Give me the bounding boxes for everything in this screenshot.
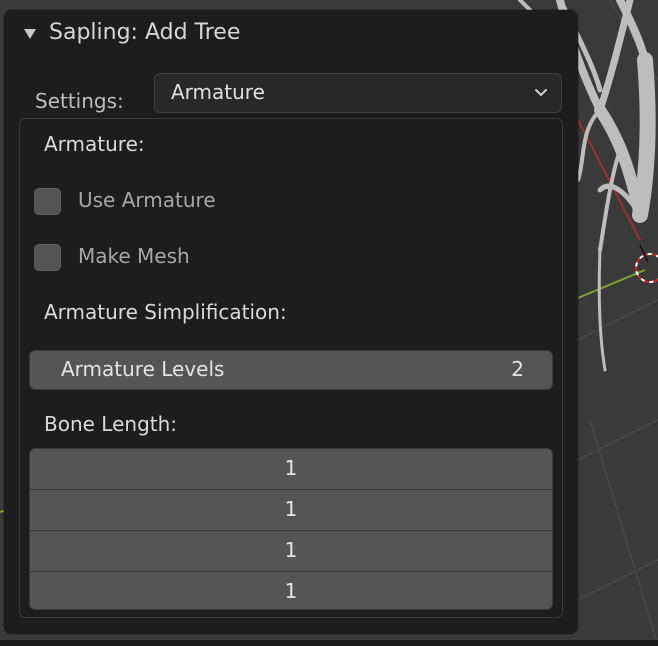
chevron-down-icon [535, 89, 547, 96]
armature-levels-label: Armature Levels [61, 357, 225, 381]
operator-redo-panel: Sapling: Add Tree Settings: Armature Arm… [4, 10, 578, 634]
armature-simplification-heading: Armature Simplification: [44, 300, 287, 324]
make-mesh-checkbox[interactable] [34, 244, 61, 271]
panel-title: Sapling: Add Tree [49, 20, 241, 45]
settings-dropdown[interactable]: Armature [154, 73, 562, 113]
bone-length-heading: Bone Length: [44, 412, 178, 436]
settings-dropdown-value: Armature [171, 80, 265, 104]
collapse-triangle-icon[interactable] [24, 29, 36, 39]
bone-length-fields: 1 1 1 1 [29, 448, 553, 610]
settings-label: Settings: [35, 89, 124, 113]
bone-length-field-4[interactable]: 1 [30, 572, 552, 609]
bone-length-field-3[interactable]: 1 [30, 531, 552, 571]
use-armature-label[interactable]: Use Armature [78, 188, 216, 212]
armature-heading: Armature: [44, 132, 145, 156]
armature-levels-field[interactable]: Armature Levels 2 [29, 350, 553, 390]
use-armature-checkbox[interactable] [34, 188, 61, 215]
panel-header[interactable]: Sapling: Add Tree [4, 10, 578, 58]
make-mesh-label[interactable]: Make Mesh [78, 244, 190, 268]
bone-length-field-1[interactable]: 1 [30, 449, 552, 489]
armature-levels-value: 2 [511, 357, 524, 381]
bone-length-field-2[interactable]: 1 [30, 490, 552, 530]
